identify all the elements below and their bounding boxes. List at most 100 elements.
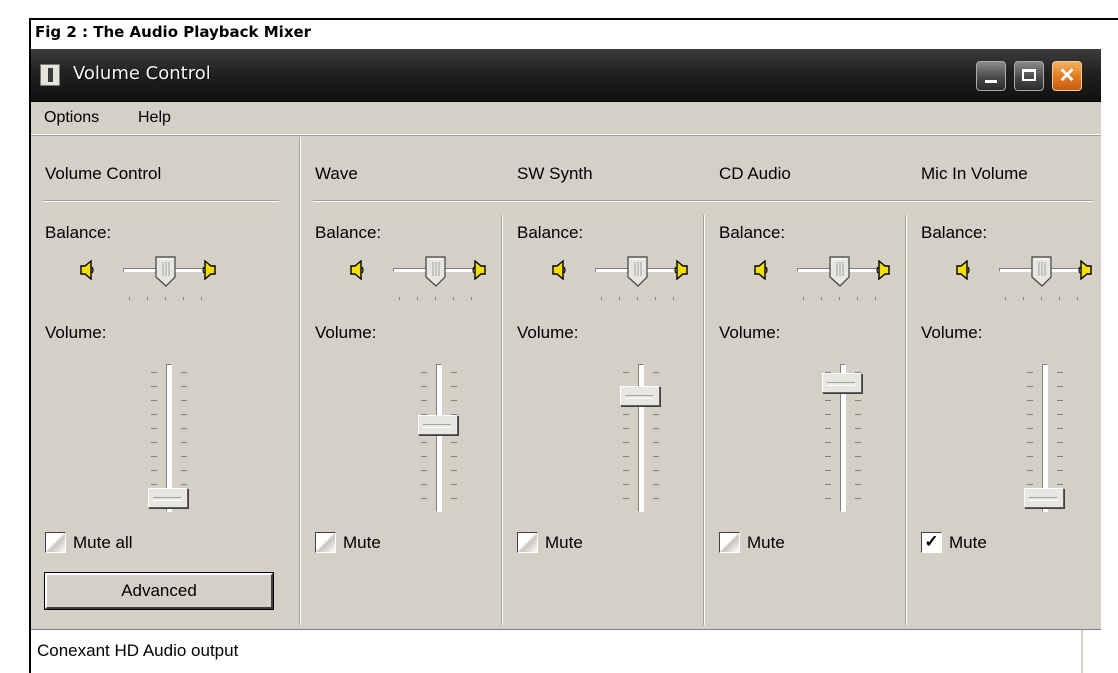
volume-tick [855, 442, 861, 443]
balance-tick [839, 297, 840, 300]
volume-tick [151, 484, 157, 485]
volume-tick [1027, 414, 1033, 415]
volume-slider-thumb[interactable] [822, 372, 862, 393]
balance-tick [601, 297, 602, 300]
balance-label: Balance: [921, 223, 988, 242]
channel-name: SW Synth [517, 164, 593, 183]
balance-slider-thumb[interactable] [829, 256, 851, 293]
volume-tick [421, 386, 427, 387]
menu-help[interactable]: Help [138, 109, 171, 127]
balance-label: Balance: [517, 223, 584, 242]
balance-tick [1023, 297, 1024, 300]
volume-tick [623, 484, 629, 485]
volume-tick [1027, 442, 1033, 443]
minimize-button[interactable] [976, 61, 1006, 91]
volume-tick [855, 484, 861, 485]
advanced-button[interactable]: Advanced [44, 572, 274, 610]
volume-tick [1057, 442, 1063, 443]
volume-tick [825, 442, 831, 443]
maximize-icon [1022, 69, 1036, 81]
volume-tick [855, 456, 861, 457]
menu-bar: Options Help [31, 102, 1101, 135]
volume-tick [181, 470, 187, 471]
volume-tick [855, 414, 861, 415]
channel-name: Volume Control [45, 164, 162, 183]
volume-tick [1027, 428, 1033, 429]
volume-tick [421, 498, 427, 499]
volume-tick [1057, 470, 1063, 471]
volume-tick [1027, 484, 1033, 485]
volume-tick [421, 400, 427, 401]
volume-tick [653, 428, 659, 429]
mute-label: Mute [343, 533, 381, 552]
master-separator [299, 137, 301, 625]
mute-checkbox-box[interactable] [517, 532, 538, 553]
balance-tick [183, 297, 184, 300]
volume-tick [181, 442, 187, 443]
volume-tick [653, 372, 659, 373]
volume-tick [451, 484, 457, 485]
volume-tick [855, 470, 861, 471]
volume-tick [1057, 484, 1063, 485]
volume-tick [151, 428, 157, 429]
channel-strip: SW Synth Balance: Volume: Mute [517, 137, 717, 625]
balance-slider-thumb[interactable] [155, 256, 177, 293]
volume-tick [181, 400, 187, 401]
volume-tick [151, 442, 157, 443]
balance-tick [875, 297, 876, 300]
volume-tick [623, 442, 629, 443]
balance-tick [655, 297, 656, 300]
balance-slider-thumb[interactable] [1031, 256, 1053, 293]
volume-slider-thumb[interactable] [620, 385, 660, 406]
volume-tick [1057, 386, 1063, 387]
balance-tick [471, 297, 472, 300]
balance-tick [201, 297, 202, 300]
volume-tick [855, 428, 861, 429]
speaker-left-icon [349, 260, 365, 280]
volume-tick [181, 484, 187, 485]
volume-tick [421, 442, 427, 443]
volume-slider-thumb[interactable] [1024, 488, 1064, 509]
volume-tick [855, 498, 861, 499]
volume-tick [421, 456, 427, 457]
status-bar: Conexant HD Audio output [31, 629, 1101, 673]
mute-checkbox-box[interactable]: ✓ [921, 532, 942, 553]
volume-tick [181, 428, 187, 429]
mute-checkbox-box[interactable] [315, 532, 336, 553]
volume-slider-thumb[interactable] [418, 415, 458, 436]
balance-label: Balance: [45, 223, 112, 242]
speaker-left-icon [551, 260, 567, 280]
balance-tick [417, 297, 418, 300]
balance-tick [637, 297, 638, 300]
mute-checkbox-box[interactable] [719, 532, 740, 553]
volume-tick [1057, 400, 1063, 401]
volume-tick [181, 456, 187, 457]
volume-tick [181, 386, 187, 387]
volume-tick [1027, 400, 1033, 401]
volume-tick [151, 470, 157, 471]
volume-slider-track[interactable] [436, 364, 442, 512]
mute-checkbox-box[interactable] [45, 532, 66, 553]
volume-tick [623, 456, 629, 457]
menu-options[interactable]: Options [44, 109, 99, 127]
app-icon [40, 64, 60, 86]
mute-label: Mute [545, 533, 583, 552]
close-button[interactable]: ✕ [1052, 61, 1082, 91]
volume-tick [825, 400, 831, 401]
channel-strip: Wave Balance: Volume: Mute [315, 137, 515, 625]
volume-tick [1027, 470, 1033, 471]
volume-slider-thumb[interactable] [148, 488, 188, 509]
channel-strip: Volume Control Balance: Volume: Mute all [45, 137, 245, 625]
speaker-left-icon [79, 260, 95, 280]
balance-slider-thumb[interactable] [627, 256, 649, 293]
balance-slider-thumb[interactable] [425, 256, 447, 293]
volume-tick [855, 400, 861, 401]
volume-tick [1027, 386, 1033, 387]
balance-tick [129, 297, 130, 300]
volume-label: Volume: [45, 323, 107, 342]
title-bar[interactable]: Volume Control ✕ [31, 49, 1101, 102]
speaker-left-icon [753, 260, 769, 280]
volume-tick [151, 400, 157, 401]
window-title: Volume Control [73, 63, 211, 84]
maximize-button[interactable] [1014, 61, 1044, 91]
